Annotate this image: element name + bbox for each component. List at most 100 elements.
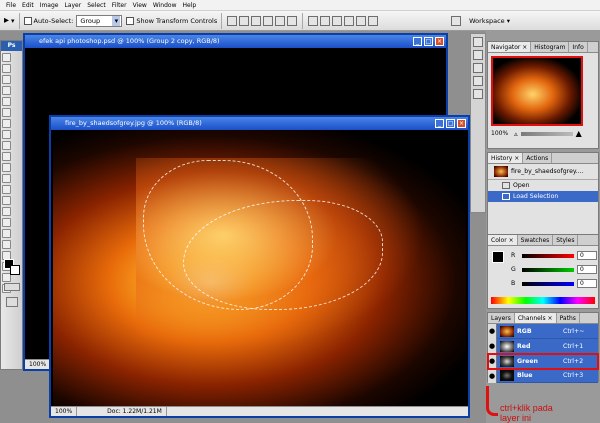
- menu-help[interactable]: Help: [180, 0, 200, 11]
- zoom-in-icon[interactable]: ▲: [576, 129, 582, 138]
- menu-filter[interactable]: Filter: [109, 0, 130, 11]
- eye-icon[interactable]: ●: [488, 338, 497, 354]
- auto-select-dropdown[interactable]: Group: [76, 14, 123, 27]
- move-tool-icon[interactable]: ▸: [4, 15, 9, 26]
- slice-tool-icon[interactable]: [2, 108, 11, 117]
- tab-actions[interactable]: Actions: [523, 153, 553, 163]
- color-spectrum-ramp[interactable]: [491, 297, 595, 304]
- g-slider[interactable]: [522, 267, 574, 272]
- menu-image[interactable]: Image: [37, 0, 62, 11]
- show-transform-checkbox[interactable]: [126, 16, 135, 25]
- distribute-hcenter-icon[interactable]: [356, 15, 367, 26]
- tab-history[interactable]: History ×: [488, 153, 524, 163]
- magic-wand-tool-icon[interactable]: [2, 86, 11, 95]
- screen-mode-icon[interactable]: [6, 297, 18, 307]
- distribute-bottom-icon[interactable]: [332, 15, 343, 26]
- tool-presets-icon[interactable]: [473, 50, 483, 60]
- channel-row-red[interactable]: ● Red Ctrl+1: [488, 338, 598, 354]
- document-window-front[interactable]: fire_by_shaedsofgrey.jpg @ 100% (RGB/8) …: [49, 115, 470, 418]
- align-right-icon[interactable]: [287, 15, 298, 26]
- brush-tool-icon[interactable]: [2, 130, 11, 139]
- zoom-out-icon[interactable]: ▵: [514, 130, 518, 138]
- channel-row-rgb[interactable]: ● RGB Ctrl+~: [488, 323, 598, 339]
- tab-navigator[interactable]: Navigator ×: [488, 42, 532, 52]
- align-hcenter-icon[interactable]: [275, 15, 286, 26]
- menu-view[interactable]: View: [130, 0, 150, 11]
- minimize-button[interactable]: _: [413, 37, 422, 46]
- g-value-field[interactable]: 0: [577, 265, 597, 274]
- title-bar[interactable]: efek api photoshop.psd @ 100% (Group 2 c…: [25, 35, 446, 48]
- zoom-level[interactable]: 100%: [51, 407, 78, 416]
- align-vcenter-icon[interactable]: [239, 15, 250, 26]
- menu-file[interactable]: File: [3, 0, 19, 11]
- eye-icon[interactable]: ●: [488, 368, 497, 383]
- tab-info[interactable]: Info: [569, 42, 588, 52]
- eye-icon[interactable]: ●: [488, 323, 497, 339]
- clone-source-icon[interactable]: [473, 76, 483, 86]
- color-foreground-swatch[interactable]: [492, 251, 504, 263]
- channel-row-green[interactable]: ● Green Ctrl+2: [487, 353, 599, 370]
- quick-mask-icon[interactable]: [4, 283, 20, 291]
- align-left-icon[interactable]: [263, 15, 274, 26]
- ps-logo[interactable]: Ps: [1, 41, 22, 51]
- distribute-top-icon[interactable]: [308, 15, 319, 26]
- type-tool-icon[interactable]: [2, 218, 11, 227]
- pen-tool-icon[interactable]: [2, 207, 11, 216]
- b-value-field[interactable]: 0: [577, 279, 597, 288]
- align-top-icon[interactable]: [227, 15, 238, 26]
- title-bar[interactable]: fire_by_shaedsofgrey.jpg @ 100% (RGB/8) …: [51, 117, 468, 130]
- tab-swatches[interactable]: Swatches: [518, 235, 554, 245]
- layer-comps-icon[interactable]: [473, 63, 483, 73]
- b-slider[interactable]: [522, 281, 574, 286]
- zoom-slider[interactable]: [520, 131, 573, 136]
- dodge-tool-icon[interactable]: [2, 196, 11, 205]
- distribute-left-icon[interactable]: [344, 15, 355, 26]
- bridge-icon[interactable]: [451, 15, 462, 26]
- marquee-tool-icon[interactable]: [2, 64, 11, 73]
- history-item-load-selection[interactable]: Load Selection: [488, 191, 598, 202]
- align-bottom-icon[interactable]: [251, 15, 262, 26]
- stamp-tool-icon[interactable]: [2, 141, 11, 150]
- actions-panel-icon[interactable]: [473, 89, 483, 99]
- close-button[interactable]: ×: [457, 119, 466, 128]
- maximize-button[interactable]: □: [424, 37, 433, 46]
- tab-paths[interactable]: Paths: [557, 313, 580, 323]
- blur-tool-icon[interactable]: [2, 185, 11, 194]
- path-select-tool-icon[interactable]: [2, 229, 11, 238]
- channel-row-blue[interactable]: ● Blue Ctrl+3: [488, 368, 598, 383]
- menu-edit[interactable]: Edit: [19, 0, 37, 11]
- r-value-field[interactable]: 0: [577, 251, 597, 260]
- tab-styles[interactable]: Styles: [553, 235, 579, 245]
- auto-select-checkbox[interactable]: [23, 16, 32, 25]
- move-tool-icon[interactable]: [2, 53, 11, 62]
- close-button[interactable]: ×: [435, 37, 444, 46]
- history-snapshot[interactable]: fire_by_shaedsofgrey....: [488, 164, 598, 180]
- minimize-button[interactable]: _: [435, 119, 444, 128]
- distribute-vcenter-icon[interactable]: [320, 15, 331, 26]
- navigator-zoom[interactable]: 100%: [491, 130, 508, 137]
- history-item-open[interactable]: Open: [488, 180, 598, 191]
- lasso-tool-icon[interactable]: [2, 75, 11, 84]
- navigator-thumbnail[interactable]: [491, 56, 583, 126]
- zoom-level[interactable]: 100%: [25, 360, 52, 369]
- shape-tool-icon[interactable]: [2, 240, 11, 249]
- tab-color[interactable]: Color ×: [488, 235, 518, 245]
- healing-tool-icon[interactable]: [2, 119, 11, 128]
- brushes-panel-icon[interactable]: [473, 37, 483, 47]
- tab-layers[interactable]: Layers: [488, 313, 515, 323]
- fire-canvas-image[interactable]: [53, 130, 466, 406]
- distribute-right-icon[interactable]: [368, 15, 379, 26]
- eye-icon[interactable]: ●: [488, 353, 497, 369]
- workspace-button[interactable]: Workspace ▾: [469, 17, 510, 25]
- tab-channels[interactable]: Channels ×: [514, 313, 557, 323]
- gradient-tool-icon[interactable]: [2, 174, 11, 183]
- history-brush-tool-icon[interactable]: [2, 152, 11, 161]
- menu-window[interactable]: Window: [150, 0, 180, 11]
- background-color-swatch[interactable]: [10, 265, 20, 275]
- menu-layer[interactable]: Layer: [61, 0, 84, 11]
- tool-preset-dropdown-icon[interactable]: ▾: [11, 17, 15, 25]
- maximize-button[interactable]: □: [446, 119, 455, 128]
- r-slider[interactable]: [522, 253, 574, 258]
- tab-histogram[interactable]: Histogram: [531, 42, 570, 52]
- eraser-tool-icon[interactable]: [2, 163, 11, 172]
